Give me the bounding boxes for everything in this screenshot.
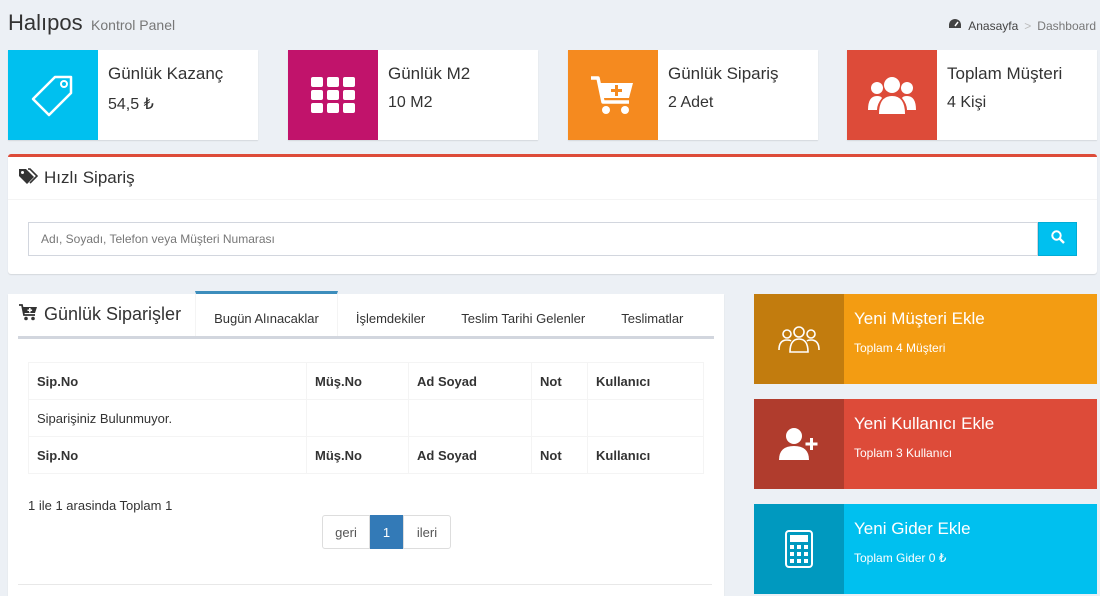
- column-footer: Müş.No: [306, 436, 409, 474]
- action-subtitle: Toplam Gider 0 ₺: [854, 551, 947, 565]
- panel-divider: [18, 584, 712, 585]
- breadcrumb-separator: >: [1024, 18, 1032, 33]
- table-summary: 1 ile 1 arasinda Toplam 1: [28, 498, 173, 513]
- dashboard-icon: [948, 18, 962, 33]
- table-cell: [408, 399, 532, 437]
- calculator-icon: [754, 504, 844, 594]
- pagination-prev-button[interactable]: geri: [322, 515, 370, 549]
- column-header[interactable]: Müş.No: [306, 362, 409, 400]
- page-header: Halıpos Kontrol Panel: [8, 10, 175, 40]
- column-header[interactable]: Sip.No: [28, 362, 307, 400]
- stat-label: Günlük Kazanç: [108, 64, 224, 83]
- column-footer: Not: [531, 436, 588, 474]
- table-cell: [531, 399, 588, 437]
- column-footer: Kullanıcı: [587, 436, 704, 474]
- stat-label: Günlük M2: [388, 64, 471, 83]
- daily-orders-title-group: Günlük Siparişler: [18, 303, 181, 336]
- table-cell: [306, 399, 409, 437]
- add-expense-button[interactable]: Yeni Gider Ekle Toplam Gider 0 ₺: [754, 504, 1097, 594]
- daily-orders-title: Günlük Siparişler: [44, 304, 182, 324]
- stat-value: 4 Kişi: [947, 94, 987, 111]
- orders-table: Sip.No Müş.No Ad Soyad Not Kullanıcı Sip…: [28, 362, 704, 474]
- action-title: Yeni Kullanıcı Ekle: [854, 414, 995, 433]
- pagination-page-button[interactable]: 1: [370, 515, 403, 549]
- tab-today-pickups[interactable]: Bugün Alınacaklar: [195, 291, 338, 336]
- tag-icon: [8, 50, 98, 140]
- stat-box-daily-orders: Günlük Sipariş 2 Adet: [568, 50, 818, 140]
- stat-label: Toplam Müşteri: [947, 64, 1063, 83]
- grid-icon: [288, 50, 378, 140]
- column-header[interactable]: Kullanıcı: [587, 362, 704, 400]
- users-outline-icon: [754, 294, 844, 384]
- column-header[interactable]: Not: [531, 362, 588, 400]
- pagination-next-button[interactable]: ileri: [403, 515, 451, 549]
- table-header-row: Sip.No Müş.No Ad Soyad Not Kullanıcı: [28, 362, 704, 400]
- table-row: Siparişiniz Bulunmuyor.: [28, 399, 704, 437]
- tags-icon: [18, 167, 39, 189]
- page-title: Halıpos: [8, 10, 83, 35]
- stat-box-daily-earnings: Günlük Kazanç 54,5 ₺: [8, 50, 258, 140]
- stat-value: 10 M2: [388, 94, 433, 111]
- quick-order-search: [28, 222, 1077, 256]
- stat-value: 54,5 ₺: [108, 96, 154, 113]
- stat-box-total-customers: Toplam Müşteri 4 Kişi: [847, 50, 1097, 140]
- action-subtitle: Toplam 3 Kullanıcı: [854, 446, 953, 460]
- daily-orders-panel: Günlük Siparişler Bugün Alınacaklar İşle…: [8, 291, 724, 596]
- tab-due-delivery[interactable]: Teslim Tarihi Gelenler: [443, 291, 603, 336]
- pagination: geri 1 ileri: [322, 515, 451, 549]
- column-footer: Sip.No: [28, 436, 307, 474]
- breadcrumb-home-link[interactable]: Anasayfa: [968, 19, 1018, 33]
- tab-in-progress[interactable]: İşlemdekiler: [338, 291, 443, 336]
- action-title: Yeni Gider Ekle: [854, 519, 971, 538]
- table-cell: [587, 399, 704, 437]
- user-plus-icon: [754, 399, 844, 489]
- customer-search-input[interactable]: [28, 222, 1038, 256]
- add-user-button[interactable]: Yeni Kullanıcı Ekle Toplam 3 Kullanıcı: [754, 399, 1097, 489]
- tab-deliveries[interactable]: Teslimatlar: [603, 291, 701, 336]
- column-header[interactable]: Ad Soyad: [408, 362, 532, 400]
- users-icon: [847, 50, 937, 140]
- breadcrumb: Anasayfa > Dashboard: [948, 18, 1096, 33]
- action-subtitle: Toplam 4 Müşteri: [854, 341, 946, 355]
- quick-order-panel: Hızlı Sipariş: [8, 154, 1097, 274]
- empty-message: Siparişiniz Bulunmuyor.: [28, 399, 307, 437]
- quick-order-header: Hızlı Sipariş: [8, 157, 1097, 200]
- stat-label: Günlük Sipariş: [668, 64, 779, 83]
- stat-value: 2 Adet: [668, 94, 714, 111]
- search-icon: [1050, 229, 1065, 249]
- column-footer: Ad Soyad: [408, 436, 532, 474]
- search-button[interactable]: [1038, 222, 1077, 256]
- add-customer-button[interactable]: Yeni Müşteri Ekle Toplam 4 Müşteri: [754, 294, 1097, 384]
- action-title: Yeni Müşteri Ekle: [854, 309, 985, 328]
- breadcrumb-current: Dashboard: [1037, 18, 1096, 33]
- cart-plus-icon: [568, 50, 658, 140]
- table-footer-row: Sip.No Müş.No Ad Soyad Not Kullanıcı: [28, 436, 704, 474]
- stat-box-daily-m2: Günlük M2 10 M2: [288, 50, 538, 140]
- cart-plus-icon: [18, 303, 38, 326]
- quick-order-title: Hızlı Sipariş: [44, 168, 135, 187]
- daily-orders-header: Günlük Siparişler Bugün Alınacaklar İşle…: [18, 291, 714, 339]
- page-subtitle: Kontrol Panel: [91, 17, 176, 33]
